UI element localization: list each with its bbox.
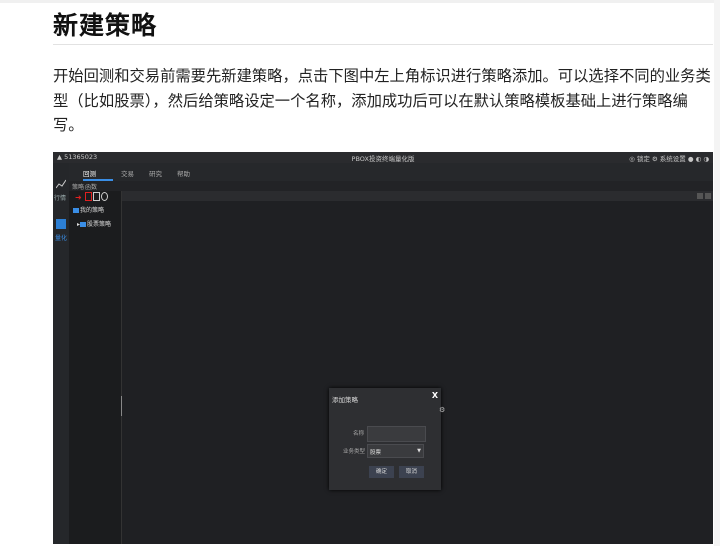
- subtab-strategy[interactable]: 策略: [72, 182, 84, 191]
- tab-help[interactable]: 帮助: [177, 168, 190, 178]
- close-icon[interactable]: X: [432, 391, 438, 400]
- window-title: PBOX投资终端量化版: [351, 155, 415, 163]
- add-tab-icon[interactable]: [697, 193, 703, 199]
- name-label: 名称: [353, 431, 365, 437]
- quant-icon[interactable]: [56, 219, 66, 229]
- tab-trade[interactable]: 交易: [121, 168, 134, 178]
- cancel-button[interactable]: 取消: [399, 466, 424, 478]
- chart-icon[interactable]: [56, 179, 66, 189]
- type-label: 业务类型: [343, 449, 366, 455]
- app-screenshot: ▲ 51365023 PBOX投资终端量化版 ◎ 锁定 ⚙ 系统设置 ● ◐ ◑…: [53, 152, 713, 544]
- add-strategy-icon[interactable]: [85, 192, 92, 201]
- folder-icon: [80, 222, 87, 227]
- scroll-edge: [714, 0, 720, 546]
- dialog-title: 添加策略: [332, 396, 358, 404]
- delete-icon[interactable]: [93, 192, 100, 201]
- refresh-icon[interactable]: [101, 192, 108, 201]
- tree-root[interactable]: 我的策略: [73, 205, 104, 214]
- confirm-button[interactable]: 确定: [369, 466, 394, 478]
- doc-paragraph: 开始回测和交易前需要先新建策略，点击下图中左上角标识进行策略添加。可以选择不同的…: [53, 67, 711, 134]
- app-titlebar: ▲ 51365023 PBOX投资终端量化版 ◎ 锁定 ⚙ 系统设置 ● ◐ ◑: [53, 152, 713, 163]
- subtab-function[interactable]: 函数: [85, 182, 97, 191]
- nav-market[interactable]: 行情: [54, 193, 66, 202]
- left-nav: 行情 量化: [53, 163, 69, 544]
- editor-toolbar: [122, 191, 713, 201]
- chevron-down-icon: ▼: [417, 448, 421, 454]
- page-top-border: [0, 0, 720, 3]
- strategy-panel: ➜ 我的策略 ▸ 股票策略: [69, 191, 122, 544]
- tab-backtest[interactable]: 回测: [83, 168, 96, 178]
- business-type-select[interactable]: 股票 ▼: [367, 444, 424, 458]
- doc-heading: 新建策略: [53, 11, 158, 40]
- name-input[interactable]: [367, 426, 426, 442]
- gear-icon[interactable]: ⚙: [439, 406, 445, 414]
- main-tabs: 回测 交易 研究 帮助: [69, 163, 713, 181]
- editor-area: [122, 191, 713, 544]
- nav-quant[interactable]: 量化: [55, 233, 67, 242]
- close-tab-icon[interactable]: [705, 193, 711, 199]
- tab-research[interactable]: 研究: [149, 168, 162, 178]
- arrow-marker-icon: ➜: [75, 193, 82, 202]
- heading-divider: [53, 44, 713, 45]
- folder-icon: [73, 208, 79, 213]
- tree-child[interactable]: ▸ 股票策略: [77, 219, 111, 228]
- titlebar-controls[interactable]: ◎ 锁定 ⚙ 系统设置 ● ◐ ◑: [629, 153, 709, 163]
- sub-tabs: 策略 函数: [69, 181, 713, 191]
- add-strategy-dialog: 添加策略 X 名称 业务类型 股票 ▼ 确定 取消: [329, 388, 441, 490]
